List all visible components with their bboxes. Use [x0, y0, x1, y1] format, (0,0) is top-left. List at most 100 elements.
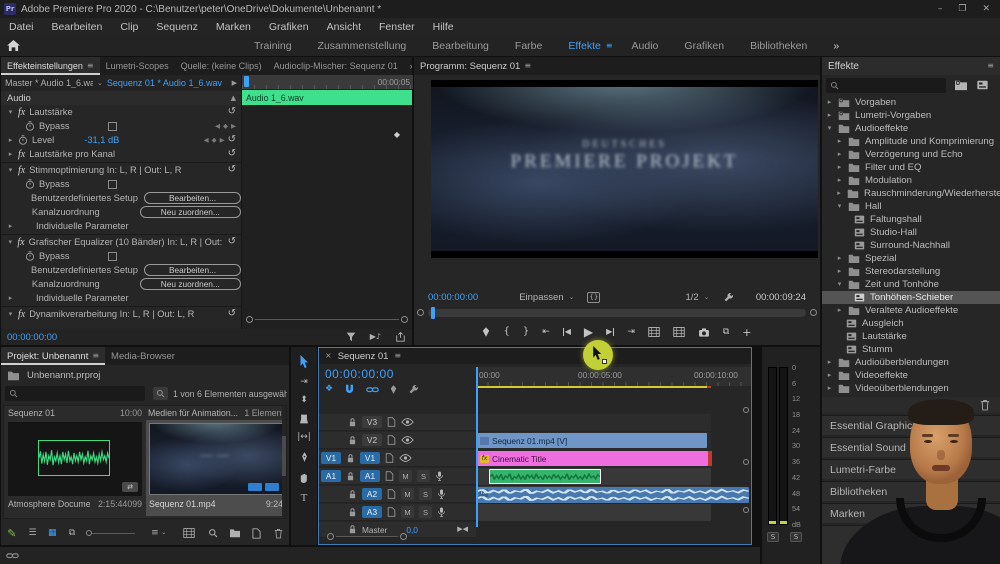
chevron-right-icon[interactable]: ▸ — [7, 294, 14, 302]
project-item-video-thumb[interactable]: ⸺⸺ — [149, 423, 283, 495]
effect-controls-overflow[interactable]: » — [404, 57, 412, 75]
tree-item-audioeffekte[interactable]: ▾ Audioeffekte — [822, 122, 1000, 135]
stopwatch-icon[interactable] — [25, 179, 35, 189]
add-marker-icon[interactable] — [390, 385, 397, 394]
tree-item-lautstaerke[interactable]: Lautstärke — [822, 330, 1000, 343]
clip-audio-selected[interactable] — [489, 469, 601, 484]
panel-tab-bibliotheken[interactable]: Bibliotheken — [822, 481, 1000, 501]
tree-item-vorgaben[interactable]: ▸ Vorgaben — [822, 96, 1000, 109]
automate-to-sequence-icon[interactable] — [177, 528, 203, 538]
chevron-right-icon[interactable]: ▸ — [826, 372, 833, 379]
chevron-down-icon[interactable]: ⌄ — [159, 530, 169, 536]
next-keyframe-icon[interactable]: ▶ — [220, 137, 225, 144]
add-keyframe-icon[interactable]: ◆ — [223, 123, 228, 130]
tab-quelle[interactable]: Quelle: (keine Clips) — [175, 57, 268, 75]
effects-search-input[interactable] — [826, 78, 946, 93]
delete-icon[interactable] — [980, 399, 990, 411]
scrubber-handle-left[interactable] — [417, 309, 424, 316]
chevron-right-icon[interactable]: ▸ — [836, 177, 843, 184]
snap-magnet-icon[interactable] — [344, 384, 355, 395]
toggle-track-output-icon[interactable] — [401, 418, 414, 426]
hand-tool[interactable] — [299, 472, 309, 484]
project-item-audio-thumb[interactable]: ⇄ — [8, 422, 142, 496]
track-header-v1[interactable]: V1 V1 — [319, 450, 476, 467]
nest-sequence-icon[interactable]: ❖ — [325, 385, 333, 394]
bearbeiten-button[interactable]: Bearbeiten... — [143, 264, 241, 276]
menu-ansicht[interactable]: Ansicht — [318, 21, 370, 33]
panel-menu-icon[interactable]: ≡ — [394, 352, 401, 360]
tree-item-hall[interactable]: ▾ Hall — [822, 200, 1000, 213]
item-name[interactable]: Atmosphere Docume... — [8, 499, 90, 509]
tab-programm[interactable]: Programm: Sequenz 01 ≡ — [414, 57, 537, 75]
tab-effekteinstellungen[interactable]: Effekteinstellungen ≡ — [1, 57, 100, 75]
next-keyframe-icon[interactable]: ▶ — [231, 123, 236, 130]
menu-bearbeiten[interactable]: Bearbeiten — [43, 21, 112, 33]
solo-button[interactable]: S — [419, 506, 432, 518]
scrubber-playhead[interactable] — [431, 307, 435, 319]
project-file-name[interactable]: Unbenannt.prproj — [27, 370, 100, 381]
zoom-handle-right[interactable] — [400, 533, 407, 540]
workspace-overflow[interactable]: » — [820, 40, 852, 52]
fx-row-lautstaerke-pro-kanal[interactable]: ▸ fx Lautstärke pro Kanal ↺ — [1, 147, 241, 161]
track-header-a2[interactable]: A2 M S — [319, 486, 476, 503]
menu-sequenz[interactable]: Sequenz — [147, 21, 206, 33]
fit-dropdown[interactable]: Einpassen — [519, 292, 563, 303]
slip-tool[interactable]: |↔| — [297, 433, 311, 442]
workspace-menu-icon[interactable]: ≡ — [606, 41, 613, 50]
clip-sequenz-01-v[interactable]: Sequenz 01.mp4 [V] — [477, 433, 707, 448]
zoom-handle-left[interactable] — [327, 533, 334, 540]
chevron-down-icon[interactable]: ▾ — [7, 238, 13, 246]
chevron-right-icon[interactable]: ▸ — [7, 150, 14, 158]
panel-tab-essential-graphics[interactable]: Essential Graphics — [822, 415, 1000, 435]
track-select-tool[interactable]: ⇥ — [300, 378, 308, 387]
home-icon[interactable] — [0, 40, 26, 51]
mute-button[interactable]: M — [399, 470, 412, 482]
param-row-custom-setup[interactable]: Benutzerdefiniertes Setup Bearbeiten... — [1, 191, 241, 205]
tree-item-audiouberblendungen[interactable]: ▸ Audioüberblendungen — [822, 356, 1000, 369]
razor-tool[interactable] — [299, 414, 309, 424]
project-grid[interactable]: Sequenz 01 10:00 Medien für Animation...… — [3, 405, 287, 519]
fx-row-dynamikverarbeitung[interactable]: ▾ fx Dynamikverarbeitung In: L, R | Out:… — [1, 307, 241, 321]
prev-keyframe-icon[interactable]: ◀ — [215, 123, 220, 130]
bypass-checkbox[interactable] — [107, 251, 117, 261]
mini-playhead[interactable] — [244, 76, 249, 87]
tree-item-amplitude[interactable]: ▸ Amplitude und Komprimierung — [822, 135, 1000, 148]
tab-sequenz-01[interactable]: × Sequenz 01 ≡ — [319, 348, 407, 364]
thumbnail-zoom-slider[interactable] — [82, 530, 136, 536]
item-name[interactable]: Medien für Animation... — [148, 408, 238, 418]
menu-clip[interactable]: Clip — [111, 21, 147, 33]
play-toggle-icon[interactable]: ▶ — [232, 79, 241, 87]
reset-icon[interactable]: ↺ — [228, 237, 236, 247]
param-row-custom-setup[interactable]: Benutzerdefiniertes Setup Bearbeiten... — [1, 263, 241, 277]
bypass-checkbox[interactable] — [107, 121, 117, 131]
add-marker-icon[interactable] — [482, 327, 490, 337]
project-item-video-selected[interactable]: ⸺⸺ Sequenz 01.mp4 9:24 — [146, 420, 286, 516]
chevron-right-icon[interactable]: ▸ — [826, 112, 833, 119]
param-row-bypass[interactable]: Bypass — [1, 249, 241, 263]
tab-media-browser[interactable]: Media-Browser — [105, 347, 181, 365]
step-forward-icon[interactable]: ▶ — [606, 328, 615, 336]
chevron-down-icon[interactable]: ▾ — [7, 108, 14, 116]
writable-pencil-icon[interactable]: ✎ — [1, 528, 23, 539]
param-row-individual[interactable]: ▸ Individuelle Parameter — [1, 219, 241, 233]
sync-lock-icon[interactable] — [387, 507, 396, 517]
solo-left-button[interactable]: S — [767, 532, 779, 542]
timeline-ruler[interactable]: 00:00 00:00:05:00 00:00:10:00 — [476, 367, 751, 386]
mute-button[interactable]: M — [401, 506, 414, 518]
find-icon[interactable] — [202, 528, 224, 538]
prev-keyframe-icon[interactable]: ◀ — [204, 137, 209, 144]
tab-projekt[interactable]: Projekt: Unbenannt ≡ — [1, 347, 106, 365]
reset-icon[interactable]: ↺ — [228, 135, 236, 145]
reset-icon[interactable]: ↺ — [228, 165, 236, 175]
track-header-v3[interactable]: V3 — [319, 414, 476, 431]
tab-lumetri-scopes[interactable]: Lumetri-Scopes — [100, 57, 175, 75]
sequence-clip-label[interactable]: Sequenz 01 * Audio 1_6.wav — [107, 78, 222, 88]
linked-selection-icon[interactable] — [366, 385, 379, 394]
chevron-down-icon[interactable]: ▾ — [836, 281, 843, 288]
new-bin-icon[interactable] — [953, 400, 966, 411]
pen-tool[interactable] — [300, 451, 309, 463]
track-height-handle[interactable] — [743, 507, 749, 513]
close-button[interactable]: ✕ — [982, 4, 990, 14]
tree-item-modulation[interactable]: ▸ Modulation — [822, 174, 1000, 187]
lock-icon[interactable] — [346, 453, 355, 464]
